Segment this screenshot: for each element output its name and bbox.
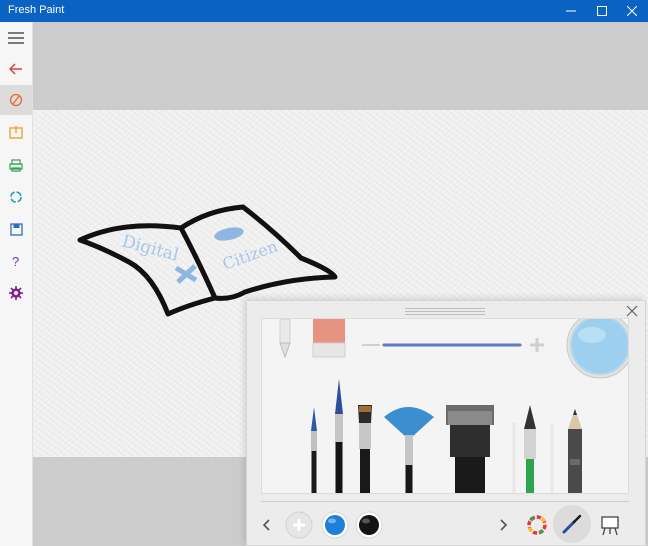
brush-size-slider: [362, 338, 544, 352]
sidebar-item-import[interactable]: [0, 117, 32, 147]
paint-blob-black: [355, 511, 383, 539]
sidebar-item-share[interactable]: [0, 182, 32, 212]
maximize-button[interactable]: [587, 0, 617, 22]
hamburger-menu-icon: [8, 32, 24, 44]
color-wheel-icon: [527, 515, 547, 535]
gear-icon: [9, 286, 23, 300]
flat-brush: [358, 405, 372, 493]
prev-chevron-icon: [262, 519, 270, 531]
x-mark: [174, 264, 198, 284]
tray-divider: [261, 501, 629, 502]
sidebar-item-back[interactable]: [0, 54, 32, 84]
svg-text:?: ?: [12, 254, 19, 268]
sidebar-item-paint[interactable]: [0, 85, 32, 115]
printer-icon: [9, 158, 23, 172]
wide-flat-brush: [446, 405, 494, 493]
next-chevron-icon: [500, 519, 508, 531]
thin-brush: [311, 407, 317, 493]
mixer-plate: [566, 319, 628, 379]
palette-close-button[interactable]: [625, 304, 639, 318]
share-icon: [10, 191, 22, 203]
paint-blob-blue: [321, 511, 349, 539]
maximize-icon: [597, 6, 607, 16]
oval-logo-mark: [214, 227, 244, 241]
brushes: [311, 379, 582, 493]
close-icon: [626, 305, 638, 317]
easel-icon: [601, 516, 619, 536]
easel-button[interactable]: [595, 509, 625, 541]
sidebar: ?: [0, 22, 33, 546]
colors-next-button[interactable]: [497, 509, 511, 541]
color-wheel-button[interactable]: [523, 509, 551, 541]
brush-mode-button[interactable]: [553, 505, 591, 543]
pencil: [568, 409, 582, 493]
round-brush: [335, 379, 343, 493]
close-button[interactable]: [617, 0, 647, 22]
save-icon: [9, 222, 23, 236]
watercolor-brush: [512, 405, 554, 493]
pen-nib-icon: [279, 319, 291, 359]
palette-bottom-bar: [247, 505, 645, 545]
color-swatch-black[interactable]: [353, 509, 385, 541]
color-swatch-blue[interactable]: [319, 509, 351, 541]
close-icon: [627, 6, 637, 16]
drawing-word-2: Citizen: [220, 236, 280, 273]
sidebar-item-help[interactable]: ?: [0, 246, 32, 276]
eraser-icon: [312, 319, 346, 358]
sidebar-item-settings[interactable]: [0, 278, 32, 308]
add-color-icon: [285, 511, 313, 539]
sidebar-item-print[interactable]: [0, 150, 32, 180]
fan-brush: [384, 407, 434, 493]
brush-circle-icon: [9, 93, 23, 107]
back-arrow-icon: [9, 63, 22, 75]
add-color-button[interactable]: [283, 509, 315, 541]
help-icon: ?: [12, 254, 19, 268]
palette-drag-handle[interactable]: [405, 306, 485, 315]
colors-prev-button[interactable]: [259, 509, 273, 541]
brush-mode-icon: [562, 514, 582, 534]
title-bar: Fresh Paint: [0, 0, 648, 22]
brush-palette: [246, 300, 646, 546]
sidebar-item-save[interactable]: [0, 214, 32, 244]
tools-art: [279, 319, 628, 493]
window-title: Fresh Paint: [8, 4, 65, 16]
minimize-button[interactable]: [556, 0, 586, 22]
brush-tray: [261, 318, 629, 494]
sidebar-item-menu[interactable]: [0, 23, 32, 53]
minimize-icon: [566, 10, 576, 12]
import-picture-icon: [9, 125, 23, 139]
